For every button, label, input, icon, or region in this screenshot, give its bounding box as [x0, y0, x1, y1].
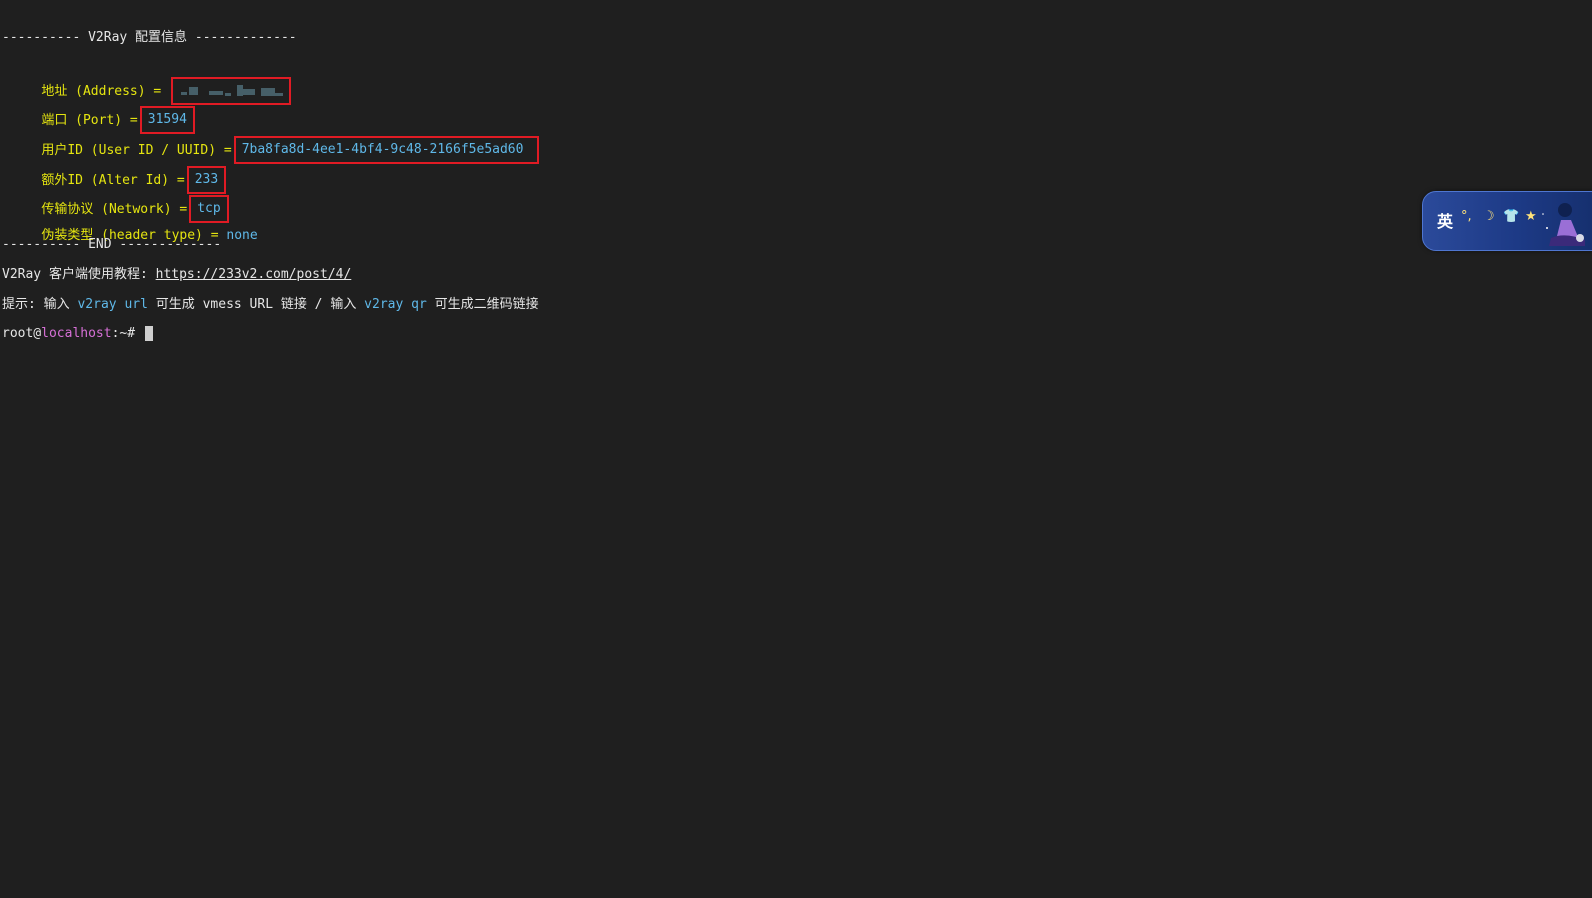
prompt-path: :~#	[111, 326, 143, 341]
uuid-line: 用户ID (User ID / UUID) = 7ba8fa8d-4ee1-4bf…	[2, 117, 540, 164]
port-line: 端口 (Port) = 31594	[2, 87, 195, 134]
ime-character-illustration	[1542, 203, 1585, 246]
terminal-window[interactable]: ---------- V2Ray 配置信息 ------------- 地址 (…	[0, 0, 1592, 898]
tip-prefix: 提示: 输入	[2, 297, 78, 312]
text-cursor	[144, 326, 153, 341]
ime-language-toggle[interactable]: 英	[1437, 208, 1453, 232]
ime-skin-icon[interactable]: 👕	[1503, 209, 1519, 224]
ime-punctuation-icon[interactable]: °,	[1461, 209, 1472, 224]
header-type-line: 伪装类型 (header type) = none	[2, 206, 257, 243]
tip-suffix: 可生成二维码链接	[426, 297, 539, 312]
uuid-value: 7ba8fa8d-4ee1-4bf4-9c48-2166f5e5ad60	[233, 136, 540, 164]
prompt-host: localhost	[41, 326, 112, 341]
tip-line: 提示: 输入 v2ray url 可生成 vmess URL 链接 / 输入 v…	[2, 295, 539, 315]
tutorial-label: V2Ray 客户端使用教程:	[2, 267, 156, 282]
shell-prompt[interactable]: root@localhost:~#	[2, 324, 153, 344]
tutorial-line: V2Ray 客户端使用教程: https://233v2.com/post/4/	[2, 265, 351, 285]
header-type-value: none	[226, 228, 258, 243]
prompt-user: root@	[2, 326, 42, 341]
address-line: 地址 (Address) =	[2, 58, 292, 105]
tip-command-url: v2ray url	[77, 297, 148, 312]
tip-middle: 可生成 vmess URL 链接 / 输入	[147, 297, 365, 312]
tip-command-qr: v2ray qr	[364, 297, 427, 312]
ime-toolbar[interactable]: 英 °, ☽ 👕 ★	[1422, 191, 1592, 251]
alterid-line: 额外ID (Alter Id) = 233	[2, 147, 227, 194]
ime-star-icon[interactable]: ★	[1525, 209, 1537, 224]
config-footer: ---------- END -------------	[2, 237, 222, 252]
ime-moon-icon[interactable]: ☽	[1483, 209, 1495, 224]
config-header: ---------- V2Ray 配置信息 -------------	[2, 30, 297, 45]
tutorial-link[interactable]: https://233v2.com/post/4/	[156, 267, 352, 282]
network-line: 传输协议 (Network) = tcp	[2, 176, 229, 223]
